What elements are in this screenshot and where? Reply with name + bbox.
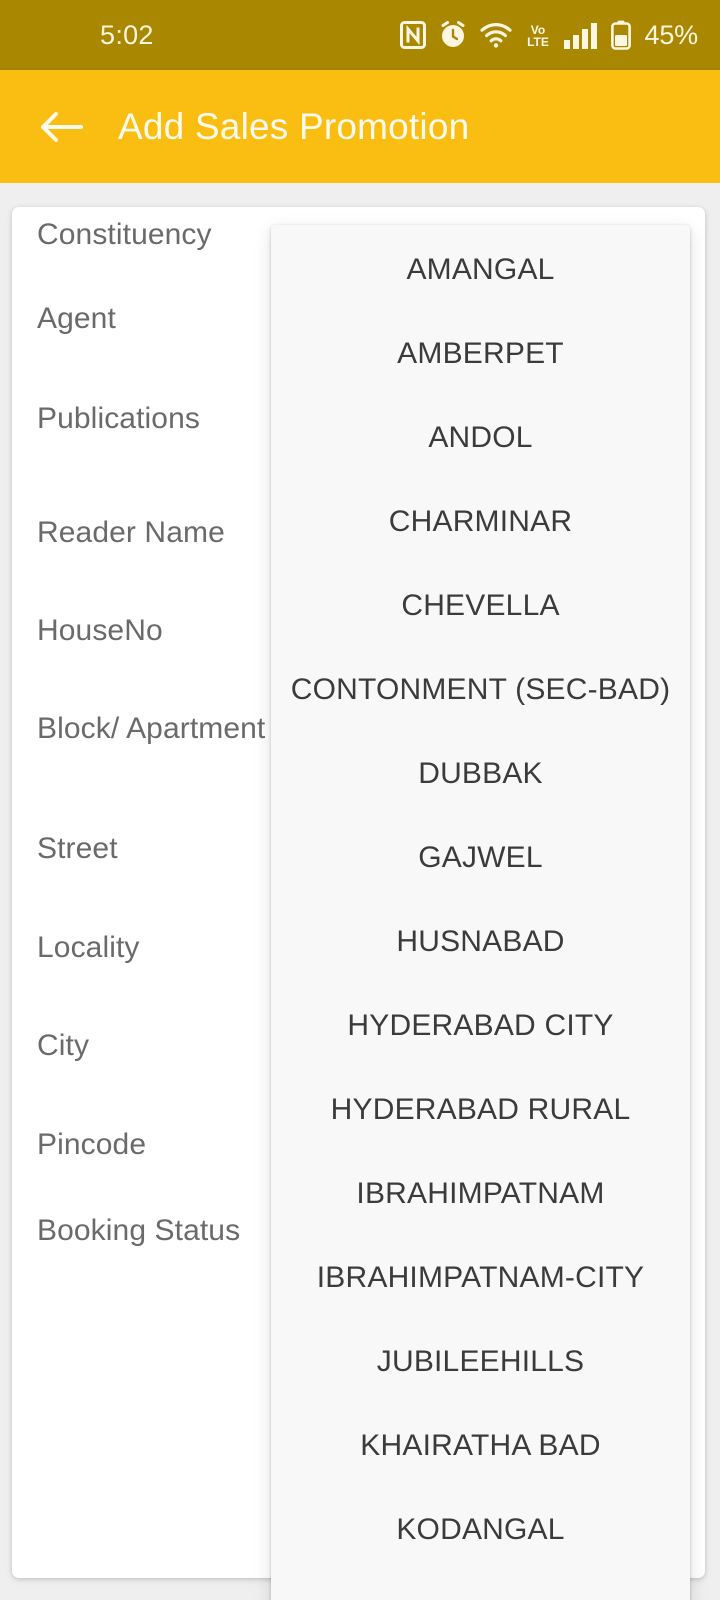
status-clock: 5:02 bbox=[100, 19, 154, 50]
field-label: City bbox=[37, 1029, 90, 1062]
dropdown-option[interactable]: GAJWEL bbox=[271, 816, 690, 900]
field-label: Reader Name bbox=[37, 516, 225, 549]
volte-icon: Vo LTE bbox=[525, 21, 551, 49]
status-icons: Vo LTE 45% bbox=[399, 19, 699, 51]
dropdown-option[interactable]: JUBILEEHILLS bbox=[271, 1320, 690, 1404]
field-label: Pincode bbox=[37, 1128, 147, 1161]
field-label: Constituency bbox=[37, 218, 212, 251]
field-label: Street bbox=[37, 832, 118, 865]
dropdown-option-list: AMANGAL AMBERPET ANDOL CHARMINAR CHEVELLA CON… bbox=[271, 225, 690, 1572]
back-button[interactable] bbox=[28, 94, 94, 160]
dropdown-option[interactable]: HUSNABAD bbox=[271, 900, 690, 984]
signal-bars-icon bbox=[563, 21, 598, 49]
status-bar: 5:02 Vo LTE 45% bbox=[0, 0, 720, 70]
dropdown-option[interactable]: KODANGAL bbox=[271, 1488, 690, 1572]
field-label: Agent bbox=[37, 302, 116, 335]
form-field-locality[interactable]: Locality bbox=[37, 927, 277, 969]
phone-screen: 5:02 Vo LTE 45% Add Sales Promotion Cons… bbox=[0, 0, 720, 1600]
dropdown-option[interactable]: AMBERPET bbox=[271, 312, 690, 396]
form-field-block-apartment[interactable]: Block/ Apartment bbox=[37, 708, 277, 750]
dropdown-option[interactable]: CONTONMENT (SEC-BAD) bbox=[271, 648, 690, 732]
dropdown-option[interactable]: KHAIRATHA BAD bbox=[271, 1404, 690, 1488]
constituency-dropdown-menu[interactable]: AMANGAL AMBERPET ANDOL CHARMINAR CHEVELLA CON… bbox=[271, 225, 690, 1600]
nfc-icon bbox=[399, 21, 426, 49]
dropdown-option[interactable]: CHEVELLA bbox=[271, 564, 690, 648]
battery-percent-label: 45% bbox=[644, 19, 699, 50]
dropdown-option[interactable]: HYDERABAD CITY bbox=[271, 984, 690, 1068]
form-field-city[interactable]: City bbox=[37, 1025, 277, 1067]
page-body: Constituency Agent Publications Reader Name… bbox=[0, 183, 720, 1600]
dropdown-option[interactable]: HYDERABAD RURAL bbox=[271, 1068, 690, 1152]
svg-text:LTE: LTE bbox=[527, 35, 549, 49]
page-title: Add Sales Promotion bbox=[118, 105, 470, 147]
form-field-reader-name[interactable]: Reader Name bbox=[37, 512, 277, 554]
field-label: Locality bbox=[37, 931, 140, 964]
field-label: HouseNo bbox=[37, 614, 163, 647]
dropdown-option[interactable]: IBRAHIMPATNAM bbox=[271, 1152, 690, 1236]
dropdown-option[interactable]: AMANGAL bbox=[271, 228, 690, 312]
form-field-constituency[interactable]: Constituency bbox=[37, 214, 277, 256]
battery-icon bbox=[610, 20, 631, 50]
form-field-houseno[interactable]: HouseNo bbox=[37, 610, 277, 652]
field-label: Publications bbox=[37, 402, 200, 435]
form-field-agent[interactable]: Agent bbox=[37, 298, 277, 340]
field-label: Block/ Apartment bbox=[37, 712, 266, 745]
form-field-street[interactable]: Street bbox=[37, 828, 277, 870]
alarm-icon bbox=[439, 21, 467, 49]
dropdown-option[interactable]: DUBBAK bbox=[271, 732, 690, 816]
dropdown-option[interactable]: IBRAHIMPATNAM-CITY bbox=[271, 1236, 690, 1320]
dropdown-option[interactable]: ANDOL bbox=[271, 396, 690, 480]
form-field-publications[interactable]: Publications bbox=[37, 398, 277, 440]
back-arrow-icon bbox=[41, 111, 83, 142]
wifi-icon bbox=[479, 22, 512, 48]
form-field-pincode[interactable]: Pincode bbox=[37, 1124, 277, 1166]
app-bar: Add Sales Promotion bbox=[0, 70, 720, 183]
field-label: Booking Status bbox=[37, 1214, 241, 1247]
form-field-booking-status[interactable]: Booking Status bbox=[37, 1210, 277, 1252]
dropdown-option[interactable]: CHARMINAR bbox=[271, 480, 690, 564]
